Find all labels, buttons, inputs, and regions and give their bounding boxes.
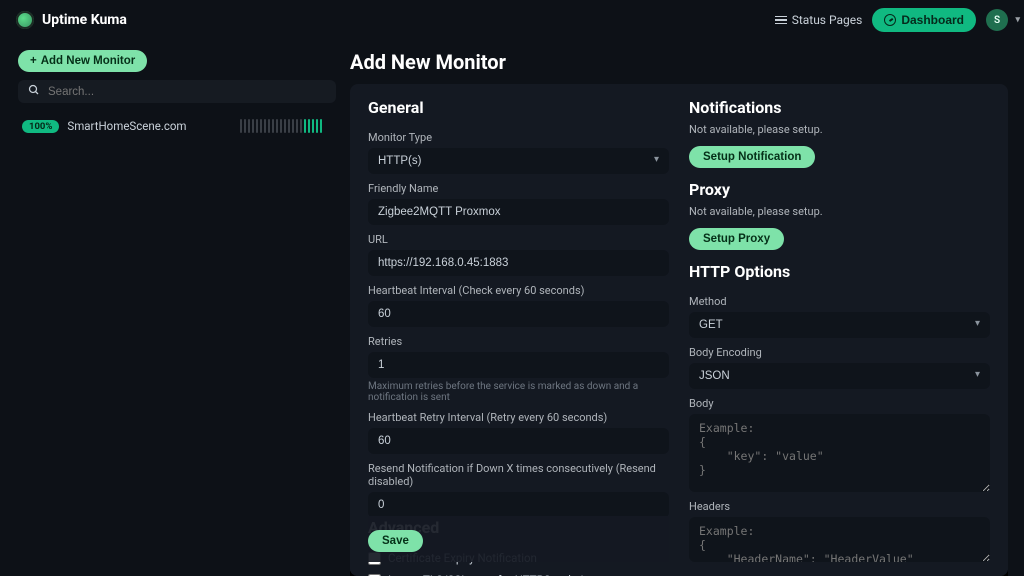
status-pages-label: Status Pages	[792, 13, 863, 27]
retries-label: Retries	[368, 335, 669, 348]
headers-textarea[interactable]	[689, 517, 990, 562]
url-label: URL	[368, 233, 669, 246]
brand-text: Uptime Kuma	[42, 12, 127, 28]
hamburger-icon	[775, 16, 787, 25]
avatar-initial: S	[994, 15, 1000, 26]
proxy-heading: Proxy	[689, 180, 990, 199]
body-encoding-label: Body Encoding	[689, 346, 990, 359]
monitor-type-label: Monitor Type	[368, 131, 669, 144]
body-textarea[interactable]	[689, 414, 990, 493]
add-button-label: Add New Monitor	[41, 55, 136, 67]
heartbeat-bar	[240, 119, 323, 133]
save-button[interactable]: Save	[368, 530, 423, 552]
status-pages-link[interactable]: Status Pages	[775, 13, 863, 27]
brand[interactable]: Uptime Kuma	[16, 11, 127, 29]
retries-help: Maximum retries before the service is ma…	[368, 381, 669, 403]
friendly-name-input[interactable]	[368, 199, 669, 225]
add-new-monitor-button[interactable]: + Add New Monitor	[18, 50, 147, 72]
logo-icon	[16, 11, 34, 29]
monitor-name: SmartHomeScene.com	[67, 119, 231, 133]
setup-proxy-button[interactable]: Setup Proxy	[689, 228, 784, 250]
heartbeat-interval-input[interactable]	[368, 301, 669, 327]
retries-input[interactable]	[368, 352, 669, 378]
heartbeat-interval-label: Heartbeat Interval (Check every 60 secon…	[368, 284, 669, 297]
body-encoding-select[interactable]	[689, 363, 990, 389]
gauge-icon	[884, 14, 896, 26]
general-heading: General	[368, 98, 669, 117]
resend-label: Resend Notification if Down X times cons…	[368, 462, 669, 488]
dashboard-button[interactable]: Dashboard	[872, 8, 976, 32]
plus-icon: +	[30, 55, 37, 67]
body-label: Body	[689, 397, 990, 410]
method-label: Method	[689, 295, 990, 308]
dashboard-label: Dashboard	[901, 13, 964, 27]
notifications-heading: Notifications	[689, 98, 990, 117]
retry-interval-input[interactable]	[368, 428, 669, 454]
search-input[interactable]	[48, 86, 326, 98]
headers-label: Headers	[689, 500, 990, 513]
monitor-item[interactable]: 100% SmartHomeScene.com	[18, 111, 326, 137]
avatar[interactable]: S	[986, 9, 1008, 31]
method-select[interactable]	[689, 312, 990, 338]
notifications-na: Not available, please setup.	[689, 123, 990, 136]
search-icon	[28, 84, 40, 99]
url-input[interactable]	[368, 250, 669, 276]
monitor-type-select[interactable]	[368, 148, 669, 174]
retry-interval-label: Heartbeat Retry Interval (Retry every 60…	[368, 411, 669, 424]
http-options-heading: HTTP Options	[689, 262, 990, 281]
friendly-name-label: Friendly Name	[368, 182, 669, 195]
page-title: Add New Monitor	[350, 50, 1008, 74]
uptime-badge: 100%	[22, 120, 59, 133]
resend-input[interactable]	[368, 492, 669, 518]
proxy-na: Not available, please setup.	[689, 205, 990, 218]
setup-notification-button[interactable]: Setup Notification	[689, 146, 815, 168]
